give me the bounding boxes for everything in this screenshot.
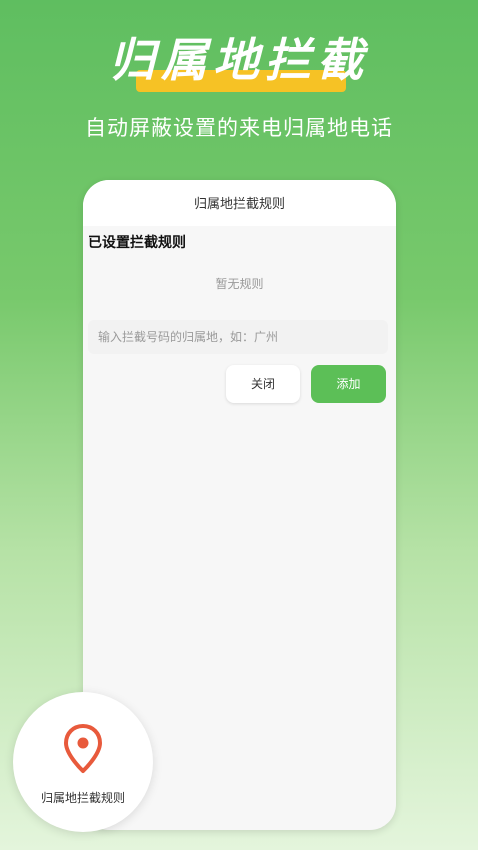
hero-title: 归属地拦截: [109, 33, 369, 87]
feature-badge: 归属地拦截规则: [13, 692, 153, 832]
badge-label: 归属地拦截规则: [40, 791, 125, 805]
location-pin-icon: [64, 724, 102, 773]
empty-rules-text: 暂无规则: [215, 277, 264, 291]
hero-title-area: 归属地拦截: [0, 28, 478, 98]
hero-subtitle: 自动屏蔽设置的来电归属地电话: [85, 116, 393, 140]
add-button[interactable]: 添加: [311, 365, 386, 403]
region-input[interactable]: [88, 320, 388, 354]
screen-header: 归属地拦截规则: [83, 180, 396, 226]
section-title: 已设置拦截规则: [88, 235, 186, 251]
close-button[interactable]: 关闭: [226, 365, 300, 403]
